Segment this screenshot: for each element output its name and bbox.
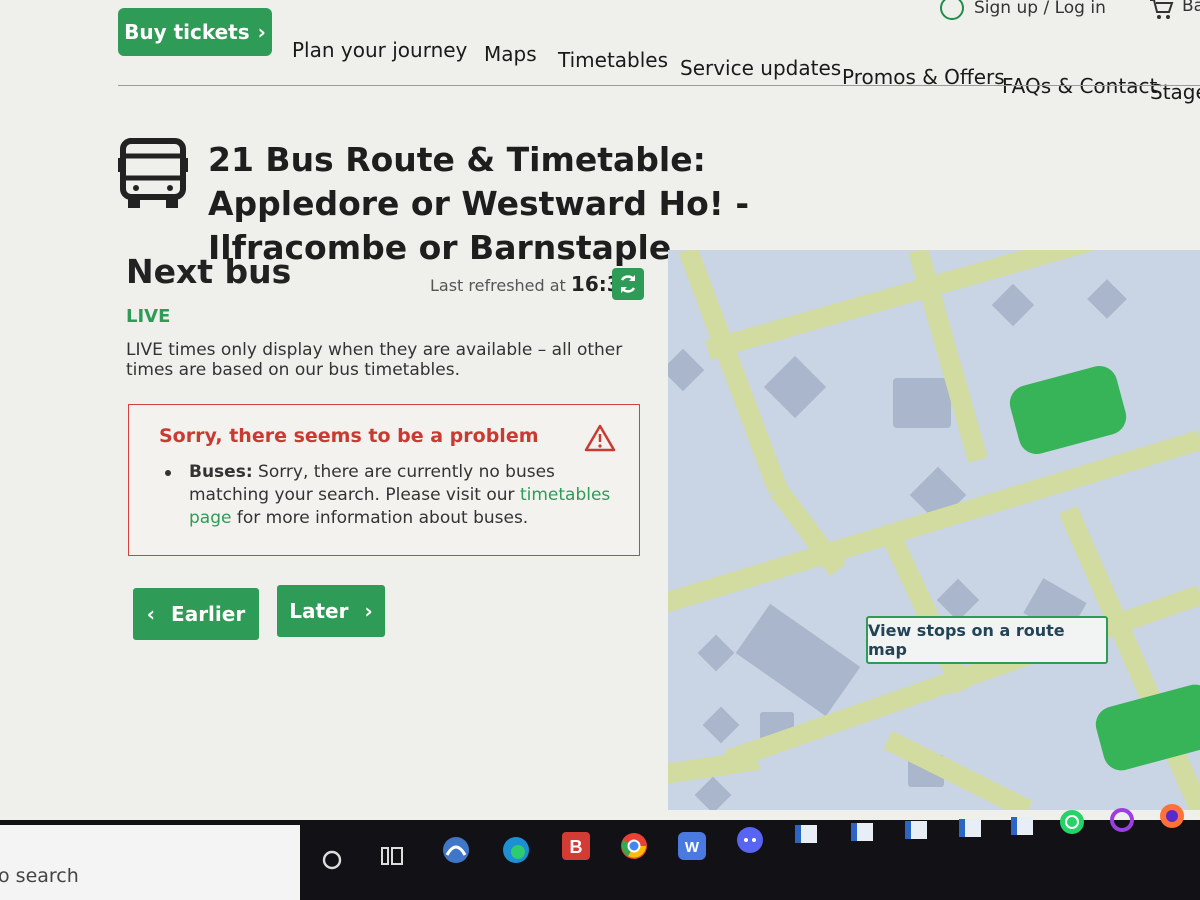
taskbar-search-label: o search <box>0 865 79 887</box>
chrome-icon[interactable] <box>618 830 650 862</box>
buy-tickets-button[interactable]: Buy tickets › <box>118 8 272 56</box>
app-circle-icon[interactable] <box>1106 804 1138 836</box>
edge-icon[interactable] <box>500 834 532 866</box>
chevron-right-icon: › <box>364 599 373 623</box>
webex-icon[interactable]: W <box>676 830 708 862</box>
earlier-label: Earlier <box>171 602 246 626</box>
firefox-icon[interactable] <box>1156 800 1188 832</box>
nav-plan-journey[interactable]: Plan your journey <box>292 38 467 62</box>
window-icon-4[interactable] <box>954 812 986 844</box>
taskbar-search[interactable]: o search <box>0 825 300 900</box>
svg-text:B: B <box>570 837 583 857</box>
live-note: LIVE times only display when they are av… <box>126 340 623 380</box>
next-bus-heading: Next bus <box>126 252 292 291</box>
view-route-map-button[interactable]: View stops on a route map <box>866 616 1108 664</box>
discord-icon[interactable] <box>734 824 766 856</box>
refresh-button[interactable] <box>612 268 644 300</box>
cortana-icon[interactable] <box>316 844 348 876</box>
later-button[interactable]: Later › <box>277 585 385 637</box>
buy-tickets-label: Buy tickets <box>124 20 250 44</box>
bitwarden-icon[interactable]: B <box>560 830 592 862</box>
nav-divider <box>118 85 1200 86</box>
last-refreshed: Last refreshed at 16:39 <box>430 272 635 296</box>
svg-text:W: W <box>685 839 700 856</box>
whatsapp-icon[interactable] <box>1056 806 1088 838</box>
bus-icon <box>118 138 188 208</box>
nav-timetables[interactable]: Timetables <box>558 48 668 72</box>
warning-icon <box>584 424 616 452</box>
refresh-icon <box>620 275 636 293</box>
nav-maps[interactable]: Maps <box>484 42 537 66</box>
alert-text-end: for more information about buses. <box>236 508 529 528</box>
alert-label: Buses: <box>189 462 253 482</box>
bullet <box>165 470 171 476</box>
main-nav: Buy tickets › Plan your journey Maps Tim… <box>118 8 1200 104</box>
later-label: Later <box>289 599 349 623</box>
nav-faqs-contact[interactable]: FAQs & Contact <box>1002 74 1157 98</box>
app-icon-bird[interactable] <box>440 834 472 866</box>
live-label: LIVE <box>126 306 171 327</box>
route-map[interactable]: View stops on a route map <box>668 250 1200 810</box>
chevron-left-icon: ‹ <box>146 602 156 626</box>
nav-stagecoach[interactable]: Stagec <box>1150 80 1200 104</box>
window-icon-1[interactable] <box>790 818 822 850</box>
alert-message: Buses: Sorry, there are currently no bus… <box>165 461 615 530</box>
earlier-button[interactable]: ‹ Earlier <box>133 588 259 640</box>
error-alert: Sorry, there seems to be a problem Buses… <box>128 404 640 556</box>
window-icon-5[interactable] <box>1006 810 1038 842</box>
alert-title: Sorry, there seems to be a problem <box>159 425 539 447</box>
refreshed-prefix: Last refreshed at <box>430 276 566 295</box>
chevron-right-icon: › <box>257 20 266 44</box>
task-view-icon[interactable] <box>376 840 408 872</box>
nav-service-updates[interactable]: Service updates <box>680 56 841 80</box>
window-icon-2[interactable] <box>846 816 878 848</box>
map-illustration <box>668 250 1200 810</box>
window-icon-3[interactable] <box>900 814 932 846</box>
